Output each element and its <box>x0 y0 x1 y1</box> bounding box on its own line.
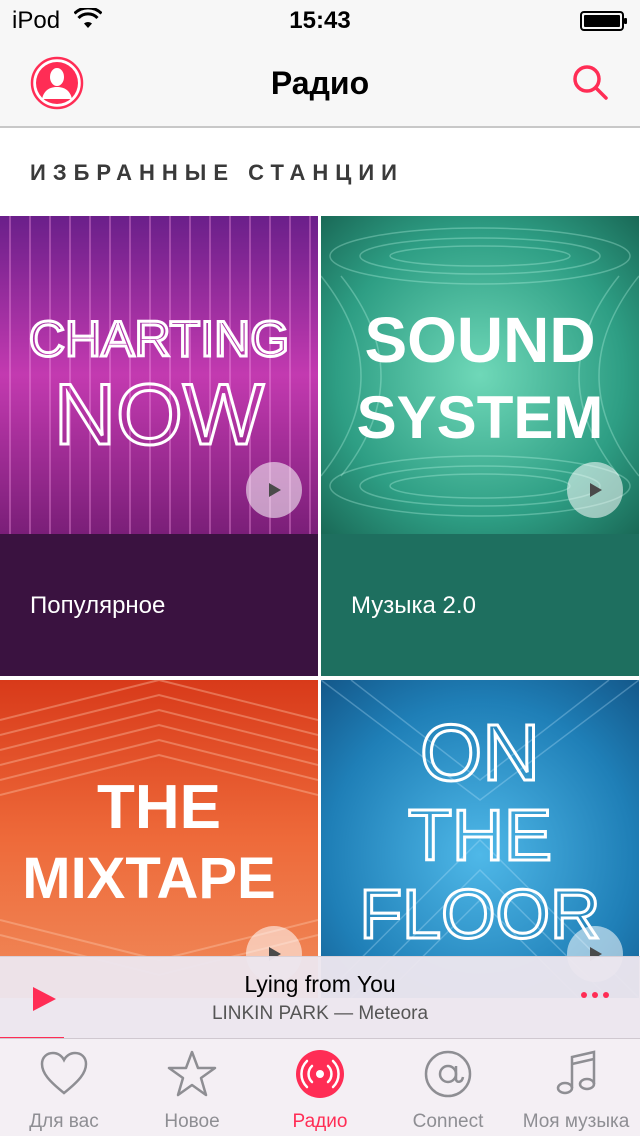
star-icon <box>167 1050 217 1097</box>
art-line: MIXTAPE <box>22 846 276 911</box>
more-options-icon[interactable] <box>580 989 610 1001</box>
tab-connect[interactable]: Connect <box>384 1039 512 1136</box>
tab-my-music[interactable]: Моя музыка <box>512 1039 640 1136</box>
play-station-button[interactable] <box>567 462 623 518</box>
station-caption: Популярное <box>0 534 318 676</box>
art-line: CHARTING <box>29 311 289 367</box>
status-bar: iPod 15:43 <box>0 0 640 40</box>
station-label: Музыка 2.0 <box>351 592 476 619</box>
tab-for-you[interactable]: Для вас <box>0 1039 128 1136</box>
tab-label: Новое <box>164 1111 220 1132</box>
art-line: THE <box>97 773 221 842</box>
tab-bar: Для вас Новое Радио Connect Моя музыка <box>0 1038 640 1136</box>
profile-avatar-icon[interactable] <box>30 56 84 110</box>
now-playing-artist: LINKIN PARK — Meteora <box>211 1003 429 1024</box>
heart-icon <box>40 1051 88 1095</box>
play-station-button[interactable] <box>246 462 302 518</box>
status-time: 15:43 <box>289 7 351 34</box>
station-tile-charting-now[interactable]: CHARTING NOW Популярное <box>0 216 318 676</box>
art-line: SOUND <box>364 304 595 376</box>
tab-label: Моя музыка <box>522 1111 630 1132</box>
at-icon <box>424 1050 472 1098</box>
radio-icon <box>296 1050 344 1098</box>
music-note-icon <box>556 1050 596 1095</box>
tab-label: Для вас <box>29 1111 99 1132</box>
mini-player[interactable]: Lying from You LINKIN PARK — Meteora <box>0 956 640 1039</box>
search-icon[interactable] <box>568 60 612 104</box>
art-line: FLOOR <box>359 875 600 953</box>
page-title: Радио <box>270 65 370 101</box>
station-label: Популярное <box>30 592 166 619</box>
station-tile-sound-system[interactable]: SOUND SYSTEM Музыка 2.0 <box>321 216 639 676</box>
tab-label: Радио <box>292 1111 348 1132</box>
section-title: ИЗБРАННЫЕ СТАНЦИИ <box>30 160 404 185</box>
art-line: THE <box>408 796 552 876</box>
art-line: NOW <box>54 367 264 463</box>
battery-icon <box>580 11 627 31</box>
tab-radio[interactable]: Радио <box>256 1039 384 1136</box>
tab-label: Connect <box>412 1111 484 1132</box>
art-line: ON <box>420 708 540 797</box>
art-line: SYSTEM <box>357 384 604 451</box>
navigation-bar: Радио <box>0 40 640 128</box>
station-caption: Музыка 2.0 <box>321 534 639 676</box>
now-playing-track: Lying from You <box>244 971 396 997</box>
play-icon <box>590 483 602 497</box>
tab-new[interactable]: Новое <box>128 1039 256 1136</box>
play-icon <box>269 483 281 497</box>
